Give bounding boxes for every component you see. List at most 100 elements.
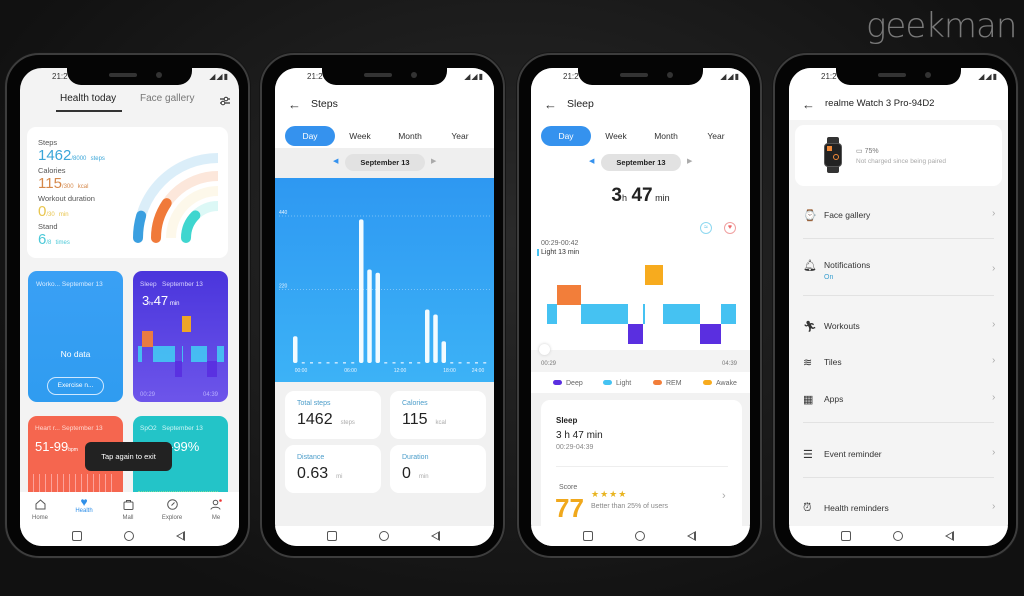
step-bar[interactable] [425, 309, 430, 363]
nav-home[interactable]: Home [25, 497, 55, 521]
sleep-segment-light[interactable] [662, 304, 700, 324]
previous-day-arrow-icon[interactable]: ◀ [589, 157, 594, 165]
next-day-arrow-icon[interactable]: ▶ [431, 157, 436, 165]
previous-day-arrow-icon[interactable]: ◀ [333, 157, 338, 165]
home-button[interactable] [124, 531, 134, 541]
legend: Deep Light REM Awake [531, 379, 750, 391]
recents-button[interactable] [327, 531, 337, 541]
scrubber-handle[interactable] [539, 344, 550, 355]
calories-value: 115/300 kcal [38, 175, 89, 192]
tab-year[interactable]: Year [435, 126, 485, 146]
sleep-segment-light[interactable] [138, 346, 143, 362]
next-day-arrow-icon[interactable]: ▶ [687, 157, 692, 165]
tab-health-today[interactable]: Health today [60, 93, 116, 104]
step-bar[interactable] [293, 336, 298, 363]
home-button[interactable] [893, 531, 903, 541]
step-bar[interactable] [367, 269, 372, 363]
sleep-detail-card[interactable]: Sleep 3 h 47 min 00:29-04:39 Score 77 ★★… [541, 400, 742, 546]
sleep-segment-deep[interactable] [699, 323, 721, 344]
sleep-segment-rem[interactable] [142, 331, 154, 347]
date-label[interactable]: September 13 [601, 154, 681, 171]
date-label[interactable]: September 13 [345, 154, 425, 171]
settings-item[interactable]: ▦ Apps › [789, 387, 1008, 413]
step-bar[interactable] [441, 341, 447, 363]
breathing-icon[interactable]: ≈ [700, 222, 712, 234]
notch [67, 68, 192, 85]
back-arrow-icon[interactable]: ← [288, 97, 301, 112]
back-button[interactable] [687, 531, 696, 541]
heart-rate-icon[interactable]: ♥ [724, 222, 736, 234]
system-nav-bar [275, 526, 494, 546]
nav-health[interactable]: ♥ Health [69, 496, 99, 514]
settings-item[interactable]: 🏃︎ Workouts › [789, 314, 1008, 340]
nav-me[interactable]: Me [201, 497, 231, 521]
tab-month[interactable]: Month [385, 126, 435, 146]
sleep-segment-rem[interactable] [556, 284, 581, 305]
tab-month[interactable]: Month [641, 126, 691, 146]
step-bar[interactable] [375, 272, 381, 363]
exercise-now-button[interactable]: Exercise n... [47, 377, 104, 395]
settings-item[interactable]: 🔔︎ Notifications On › [789, 253, 1008, 287]
settings-item[interactable]: ≋ Tiles › [789, 350, 1008, 376]
layers-icon: ≋ [803, 357, 813, 369]
stat-value: 0.63 mi [297, 465, 343, 482]
sleep-segment-deep[interactable] [207, 361, 218, 377]
back-button[interactable] [431, 531, 440, 541]
sleep-segment-light[interactable] [720, 304, 736, 324]
stand-label: Stand [38, 222, 58, 231]
filter-settings-icon[interactable] [219, 95, 231, 107]
chevron-right-icon[interactable]: › [722, 490, 726, 502]
sleep-card[interactable]: Sleep September 13 3hr47 min 00:29 04:39 [133, 271, 228, 402]
workout-card[interactable]: Worko... September 13 No data Exercise n… [28, 271, 123, 402]
stat-card[interactable]: Duration 0 min [390, 445, 486, 493]
running-icon: 🏃︎ [803, 321, 817, 333]
stat-card[interactable]: Calories 115 kcal [390, 391, 486, 439]
y-tick-label: 440 [279, 210, 288, 216]
bell-icon: 🔔︎ [803, 260, 817, 272]
sleep-stage-chart[interactable] [547, 265, 736, 344]
legend-item: Deep [553, 380, 583, 387]
tab-week[interactable]: Week [335, 126, 385, 146]
sleep-segment-light[interactable] [153, 346, 175, 362]
tab-year[interactable]: Year [691, 126, 741, 146]
sleep-segment-light[interactable] [217, 346, 224, 362]
sleep-segment-light[interactable] [547, 304, 557, 324]
timeline-scrubber[interactable]: 00:29 04:39 [531, 344, 750, 372]
no-data-text: No data [60, 349, 91, 359]
settings-item[interactable]: ☰ Event reminder › [789, 442, 1008, 468]
settings-item[interactable]: ⌚ Face gallery › [789, 203, 1008, 229]
back-arrow-icon[interactable]: ← [802, 97, 815, 112]
tab-day[interactable]: Day [285, 126, 335, 146]
recents-button[interactable] [841, 531, 851, 541]
stat-card[interactable]: Distance 0.63 mi [285, 445, 381, 493]
home-button[interactable] [379, 531, 389, 541]
sleep-segment-light[interactable] [190, 346, 208, 362]
tab-week[interactable]: Week [591, 126, 641, 146]
recents-button[interactable] [72, 531, 82, 541]
settings-item[interactable]: ⏰︎ Health reminders › [789, 496, 1008, 522]
sleep-segment-deep[interactable] [174, 361, 182, 377]
stat-card[interactable]: Total steps 1462 steps [285, 391, 381, 439]
home-button[interactable] [635, 531, 645, 541]
nav-explore[interactable]: Explore [157, 497, 187, 521]
activity-summary-card[interactable]: Steps 1462/8000 steps Calories 115/300 k… [27, 127, 228, 258]
sleep-segment-deep[interactable] [627, 323, 643, 344]
recents-button[interactable] [583, 531, 593, 541]
notch [322, 68, 447, 85]
sleep-segment-awake[interactable] [182, 316, 191, 332]
tab-day[interactable]: Day [541, 126, 591, 146]
back-button[interactable] [176, 531, 185, 541]
back-arrow-icon[interactable]: ← [544, 97, 557, 112]
sleep-segment-light[interactable] [581, 304, 628, 324]
star-rating: ★★★★ [591, 489, 628, 499]
step-bar[interactable] [433, 314, 438, 363]
sleep-segment-light[interactable] [643, 304, 645, 324]
back-button[interactable] [945, 531, 954, 541]
nav-mall[interactable]: Mall [113, 497, 143, 521]
tab-face-gallery[interactable]: Face gallery [140, 93, 194, 104]
step-bar[interactable] [359, 219, 364, 363]
device-card[interactable]: ▭ 75% Not charged since being paired [795, 125, 1002, 186]
sleep-segment-light[interactable] [181, 346, 183, 362]
status-time: 21:2 [52, 72, 68, 81]
sleep-segment-awake[interactable] [644, 265, 663, 285]
